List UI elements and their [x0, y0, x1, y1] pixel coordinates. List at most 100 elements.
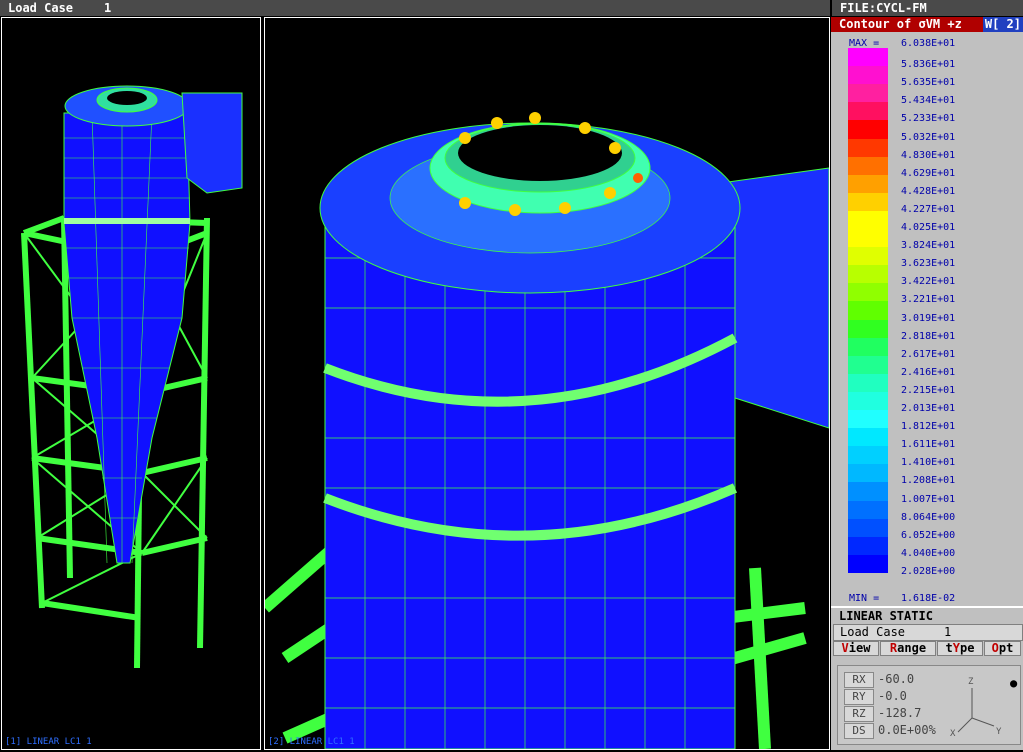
legend-swatch: [848, 464, 888, 483]
legend-swatch: [848, 518, 888, 538]
range-button[interactable]: Range: [880, 641, 936, 656]
legend-swatch: [848, 283, 888, 302]
load-case-selector[interactable]: Load Case 1: [833, 624, 1023, 641]
rotation-panel: RX -60.0 RY -0.0 RZ -128.7 DS 0.0E+00% Z…: [837, 665, 1021, 745]
legend-level-value: 5.233E+01: [901, 113, 956, 125]
title-bar: Load Case 1: [0, 0, 830, 16]
viewport-1[interactable]: [1] LINEAR LC1 1: [1, 17, 261, 750]
rx-value[interactable]: -60.0: [878, 672, 914, 686]
separator: [831, 606, 1023, 608]
legend-max-value: 6.038E+01: [901, 38, 956, 49]
legend-swatch: [848, 174, 888, 194]
axis-triad-icon: Z X Y: [950, 677, 1002, 738]
legend-swatch: [848, 500, 888, 520]
legend-level-value: 4.428E+01: [901, 185, 956, 197]
legend-level-value: 1.611E+01: [901, 439, 956, 451]
window-tag[interactable]: W[ 2]: [982, 17, 1023, 32]
load-case-number: 1: [104, 1, 112, 15]
legend-swatch: [848, 138, 888, 158]
legend-swatch: [848, 66, 888, 85]
load-case-selector-value: 1: [944, 625, 952, 639]
legend-swatch: [848, 337, 888, 357]
legend-swatch: [848, 355, 888, 375]
legend-swatch: [848, 48, 888, 67]
analysis-type: LINEAR STATIC: [839, 609, 933, 623]
legend-swatch: [848, 210, 888, 230]
view-button[interactable]: View: [833, 641, 879, 656]
legend-level-value: 4.227E+01: [901, 203, 956, 215]
legend-level-value: 1.410E+01: [901, 457, 956, 469]
legend-swatch: [848, 536, 888, 556]
load-case-label: Load Case: [8, 1, 74, 15]
rz-label: RZ: [844, 706, 874, 722]
legend-level-value: 2.028E+00: [901, 565, 956, 577]
legend-swatch: [848, 373, 888, 393]
model-zoom: [265, 112, 829, 749]
legend-level-value: 3.623E+01: [901, 258, 956, 270]
contour-title-bar: Contour of σVM +z W[ 2]: [831, 17, 1023, 32]
svg-text:Z: Z: [968, 677, 974, 687]
viewport-1-label: [1] LINEAR LC1 1: [5, 737, 92, 747]
legend-swatch: [848, 319, 888, 339]
file-name: FILE:CYCL-FM: [832, 0, 1023, 16]
legend-swatch: [848, 301, 888, 320]
legend-level-value: 4.830E+01: [901, 149, 956, 161]
legend-swatch: [848, 446, 888, 465]
legend-swatch: [848, 156, 888, 176]
legend-swatch: [848, 428, 888, 447]
legend-level-value: 2.617E+01: [901, 348, 956, 360]
legend-level-value: 6.052E+00: [901, 529, 956, 541]
legend-level-value: 3.019E+01: [901, 312, 956, 324]
legend-swatch: [848, 410, 888, 429]
viewport-2-label: [2] LINEAR LC1 1: [268, 737, 355, 747]
legend-level-value: 1.007E+01: [901, 493, 956, 505]
legend-min-value: 1.618E-02: [901, 593, 956, 604]
ds-label: DS: [844, 723, 874, 739]
type-button[interactable]: tYpe: [937, 641, 983, 656]
legend-swatch: [848, 84, 888, 103]
legend-level-value: 8.064E+00: [901, 511, 956, 523]
legend-level-value: 2.416E+01: [901, 366, 956, 378]
legend-level-value: 4.025E+01: [901, 222, 956, 233]
pin-icon[interactable]: ●: [1010, 676, 1017, 690]
legend-swatch: [848, 229, 888, 248]
legend-min-label: MIN =: [849, 593, 880, 604]
svg-text:X: X: [950, 729, 956, 738]
ds-value[interactable]: 0.0E+00%: [878, 723, 936, 737]
legend-level-value: 2.215E+01: [901, 384, 956, 396]
legend-level-value: 5.836E+01: [901, 59, 956, 71]
legend-level-value: 5.434E+01: [901, 95, 956, 107]
legend-swatch: [848, 391, 888, 411]
viewport-2[interactable]: [2] LINEAR LC1 1: [264, 17, 830, 750]
legend-swatch: [848, 554, 888, 574]
opt-button[interactable]: Opt: [984, 641, 1021, 656]
legend-swatch: [848, 192, 888, 212]
legend-level-value: 2.013E+01: [901, 403, 956, 414]
legend-swatch: [848, 265, 888, 284]
legend-level-value: 3.221E+01: [901, 294, 956, 306]
ry-value[interactable]: -0.0: [878, 689, 907, 703]
rx-label: RX: [844, 672, 874, 688]
legend-swatch: [848, 247, 888, 266]
model-overview: [21, 85, 243, 669]
contour-legend: MAX = 6.038E+01 5.836E+01 5.635E+01 5.434E…: [831, 33, 1023, 623]
legend-level-value: 4.629E+01: [901, 167, 956, 179]
legend-level-value: 1.208E+01: [901, 475, 956, 487]
view-toolbar: View Range tYpe Opt: [833, 641, 1021, 656]
load-case-selector-label: Load Case: [840, 625, 906, 639]
legend-swatch: [848, 482, 888, 501]
rz-value[interactable]: -128.7: [878, 706, 921, 720]
ry-label: RY: [844, 689, 874, 705]
legend-swatch: [848, 102, 888, 121]
legend-level-value: 4.040E+00: [901, 547, 956, 559]
legend-level-value: 5.635E+01: [901, 77, 956, 89]
legend-level-value: 3.422E+01: [901, 276, 956, 288]
legend-level-value: 1.812E+01: [901, 421, 956, 433]
legend-swatch: [848, 120, 888, 139]
legend-level-value: 3.824E+01: [901, 240, 956, 252]
svg-text:Y: Y: [996, 727, 1002, 737]
contour-panel: Contour of σVM +z W[ 2] MAX = 6.038E+01 …: [831, 17, 1023, 750]
legend-level-value: 5.032E+01: [901, 131, 956, 143]
contour-title: Contour of σVM +z: [839, 17, 962, 31]
legend-level-value: 2.818E+01: [901, 330, 956, 342]
